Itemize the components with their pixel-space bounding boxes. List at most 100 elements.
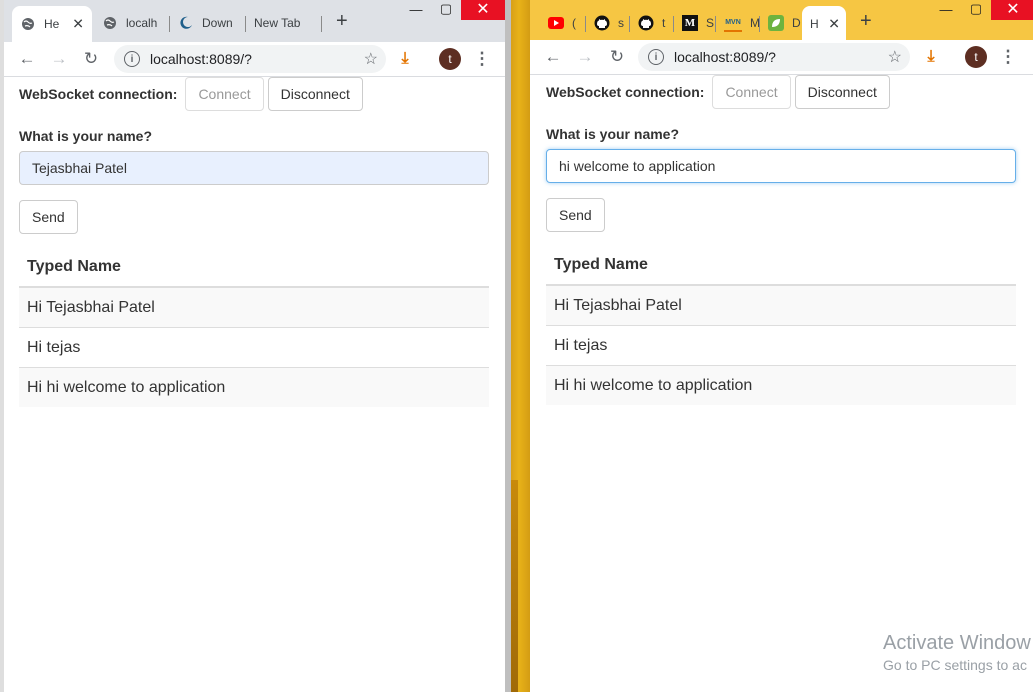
disconnect-button[interactable]: Disconnect [267,77,363,111]
download-icon[interactable]: ⤓ [394,48,416,70]
page-content: WebSocket connection: Connect Disconnect… [530,75,1033,692]
reload-icon[interactable]: ↻ [80,48,102,70]
right-browser-window: ( s t M S MVN M D H ✕ + — ▢ ✕ ← → ↻ i lo… [530,0,1033,692]
tab-hello-active[interactable]: H ✕ [802,6,846,42]
tab-mvn[interactable]: MVN M [716,8,760,38]
disconnect-button[interactable]: Disconnect [794,75,890,109]
tab-label: s [618,16,624,30]
table-cell: Hi Tejasbhai Patel [19,286,489,328]
table-row: Hi tejas [546,325,1016,366]
new-tab-plus-icon[interactable]: + [336,10,348,33]
tab-label: New Tab [254,16,301,30]
tab-label: He [44,17,60,31]
table-header: Typed Name [546,245,1016,286]
address-bar[interactable]: i localhost:8089/? ☆ [114,45,386,73]
tab-label: ( [572,16,576,30]
close-window-icon[interactable]: ✕ [461,0,505,20]
tab-strip: ( s t M S MVN M D H ✕ + — ▢ ✕ [530,0,1033,42]
table-cell: Hi hi welcome to application [546,365,1016,405]
tab-localhost[interactable]: localh [94,8,170,38]
send-button[interactable]: Send [19,200,78,234]
browser-toolbar: ← → ↻ i localhost:8089/? ☆ ⤓ t ⋮ [4,42,505,77]
star-icon[interactable]: ☆ [364,49,378,69]
info-icon[interactable]: i [648,49,664,65]
maximize-icon[interactable]: ▢ [961,0,991,20]
globe-icon [102,15,118,31]
tab-label: D [792,16,801,30]
profile-avatar[interactable]: t [439,48,461,70]
medium-icon: M [682,15,698,31]
tab-youtube[interactable]: ( [540,8,586,38]
typed-name-table: Typed Name Hi Tejasbhai Patel Hi tejas H… [546,245,1016,405]
mvn-icon: MVN [724,14,742,32]
table-header: Typed Name [19,247,489,288]
profile-avatar[interactable]: t [965,46,987,68]
github-icon [638,15,654,31]
new-tab-plus-icon[interactable]: + [860,10,872,33]
tab-medium[interactable]: M S [674,8,716,38]
tab-downloads[interactable]: Down [170,8,246,38]
table-cell: Hi Tejasbhai Patel [546,284,1016,326]
name-input[interactable] [19,151,489,185]
send-button[interactable]: Send [546,198,605,232]
tab-spring[interactable]: D [760,8,802,38]
tab-label: H [810,17,819,31]
connect-button[interactable]: Connect [712,75,791,109]
back-arrow-icon[interactable]: ← [542,46,564,68]
tab-strip: He ✕ localh Down New Tab + — ▢ ✕ [4,0,505,42]
name-question-label: What is your name? [546,126,680,142]
menu-kebab-icon[interactable]: ⋮ [471,48,493,70]
table-row: Hi tejas [19,327,489,368]
minimize-icon[interactable]: — [401,0,431,20]
maximize-icon[interactable]: ▢ [431,0,461,20]
table-row: Hi Tejasbhai Patel [19,286,489,328]
table-row: Hi Tejasbhai Patel [546,284,1016,326]
tab-new-tab[interactable]: New Tab [246,8,322,38]
youtube-icon [548,15,564,31]
download-icon[interactable]: ⤓ [920,46,942,68]
tab-label: Down [202,16,233,30]
name-input[interactable] [546,149,1016,183]
table-cell: Hi hi welcome to application [19,367,489,407]
back-arrow-icon[interactable]: ← [16,48,38,70]
crescent-icon [178,15,194,31]
window-controls: — ▢ ✕ [931,0,1033,20]
address-bar[interactable]: i localhost:8089/? ☆ [638,43,910,71]
tab-label: S [706,16,715,30]
close-window-icon[interactable]: ✕ [991,0,1033,20]
desktop-background [505,0,530,692]
tab-label: t [662,16,666,30]
forward-arrow-icon[interactable]: → [574,46,596,68]
tab-label: localh [126,16,158,30]
connect-button[interactable]: Connect [185,77,264,111]
websocket-row: WebSocket connection: Connect Disconnect [19,77,363,111]
spring-leaf-icon [768,15,784,31]
minimize-icon[interactable]: — [931,0,961,20]
menu-kebab-icon[interactable]: ⋮ [997,46,1019,68]
forward-arrow-icon[interactable]: → [48,48,70,70]
close-tab-icon[interactable]: ✕ [72,16,84,33]
activate-windows-watermark: Activate Window Go to PC settings to ac [883,632,1031,673]
websocket-label: WebSocket connection: [19,86,178,102]
left-browser-window: He ✕ localh Down New Tab + — ▢ ✕ ← → ↻ i… [0,0,505,692]
globe-icon [20,16,36,32]
websocket-label: WebSocket connection: [546,84,705,100]
reload-icon[interactable]: ↻ [606,46,628,68]
github-icon [594,15,610,31]
table-cell: Hi tejas [546,325,1016,366]
url-text: localhost:8089/? [150,51,252,67]
star-icon[interactable]: ☆ [888,47,902,67]
watermark-line-2: Go to PC settings to ac [883,657,1027,673]
tab-hello[interactable]: He ✕ [12,6,92,42]
page-content: WebSocket connection: Connect Disconnect… [4,77,505,692]
info-icon[interactable]: i [124,51,140,67]
typed-name-table: Typed Name Hi Tejasbhai Patel Hi tejas H… [19,247,489,407]
tab-github-2[interactable]: t [630,8,674,38]
tab-github-1[interactable]: s [586,8,630,38]
browser-toolbar: ← → ↻ i localhost:8089/? ☆ ⤓ t ⋮ [530,40,1033,75]
window-controls: — ▢ ✕ [401,0,505,20]
watermark-line-1: Activate Window [883,632,1031,654]
close-tab-icon[interactable]: ✕ [828,16,840,33]
table-cell: Hi tejas [19,327,489,368]
websocket-row: WebSocket connection: Connect Disconnect [546,75,890,109]
